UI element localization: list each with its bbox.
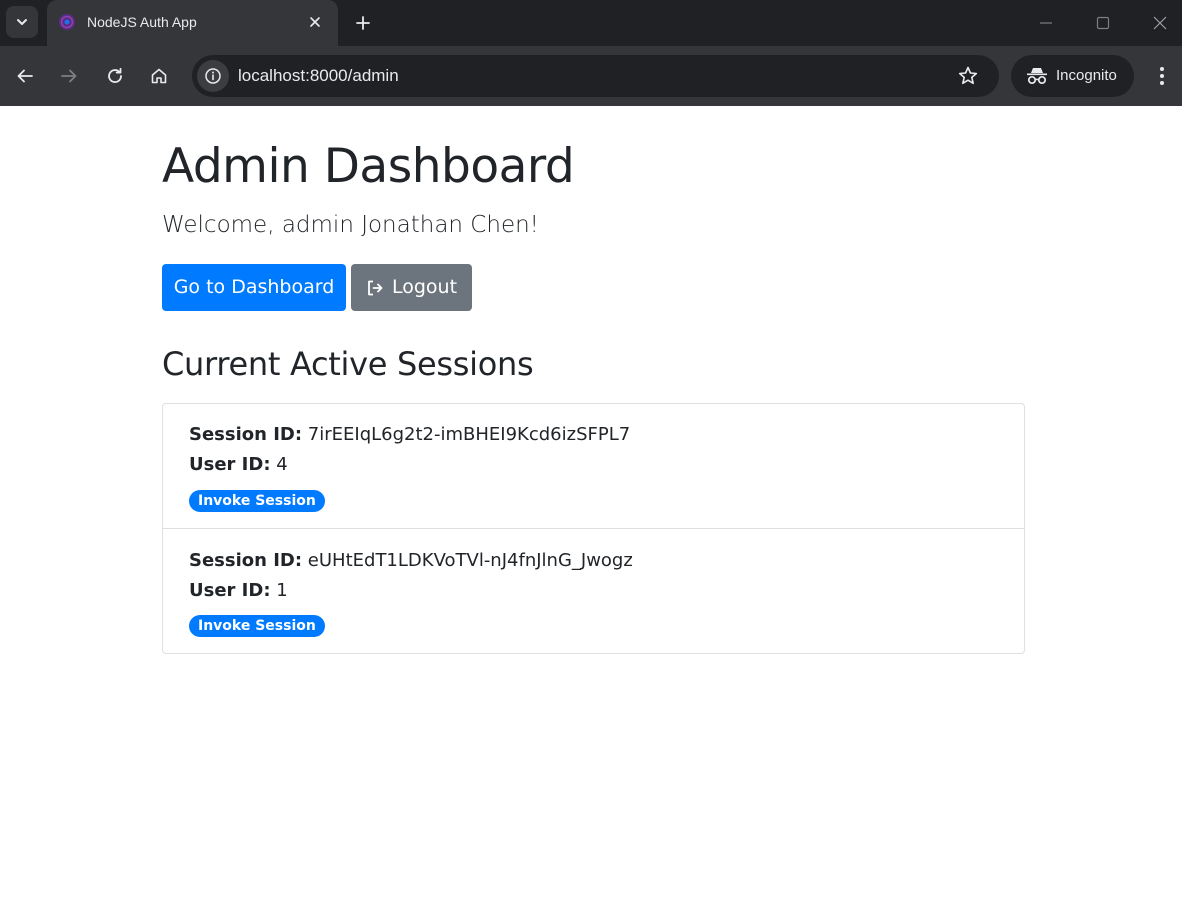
minimize-button[interactable] bbox=[1031, 8, 1061, 38]
user-id-row: User ID: 1 bbox=[189, 579, 288, 603]
user-id-label: User ID: bbox=[189, 454, 271, 475]
close-icon bbox=[310, 17, 320, 27]
maximize-icon bbox=[1096, 16, 1110, 30]
browser-tab-bar: NodeJS Auth App bbox=[0, 0, 1182, 46]
incognito-label: Incognito bbox=[1056, 67, 1117, 84]
sessions-list: Session ID: 7irEEIqL6g2t2-imBHEI9Kcd6izS… bbox=[162, 403, 1025, 654]
reload-button[interactable] bbox=[101, 62, 129, 90]
logout-label: Logout bbox=[391, 276, 458, 298]
home-icon bbox=[151, 68, 167, 84]
page-title: Admin Dashboard bbox=[162, 139, 575, 194]
favicon-icon bbox=[59, 14, 75, 30]
reload-icon bbox=[108, 67, 122, 83]
forward-button[interactable] bbox=[55, 62, 83, 90]
more-vertical-icon bbox=[1160, 67, 1164, 85]
user-id-label: User ID: bbox=[189, 580, 271, 601]
star-icon[interactable] bbox=[957, 65, 979, 87]
session-id-value: 7irEEIqL6g2t2-imBHEI9Kcd6izSFPL7 bbox=[307, 424, 631, 445]
session-id-label: Session ID: bbox=[189, 550, 303, 571]
maximize-button[interactable] bbox=[1088, 8, 1118, 38]
site-info-button[interactable] bbox=[197, 60, 229, 92]
browser-toolbar: localhost:8000/admin Incognito bbox=[0, 46, 1182, 106]
welcome-message: Welcome, admin Jonathan Chen! bbox=[162, 212, 539, 238]
window-close-button[interactable] bbox=[1145, 8, 1175, 38]
incognito-indicator[interactable]: Incognito bbox=[1011, 55, 1134, 97]
session-id-row: Session ID: eUHtEdT1LDKVoTVl-nJ4fnJlnG_J… bbox=[189, 549, 633, 573]
invoke-session-badge[interactable]: Invoke Session bbox=[189, 490, 325, 512]
incognito-icon bbox=[1027, 68, 1047, 85]
user-id-row: User ID: 4 bbox=[189, 453, 288, 477]
plus-icon bbox=[356, 16, 370, 30]
session-id-row: Session ID: 7irEEIqL6g2t2-imBHEI9Kcd6izS… bbox=[189, 423, 630, 447]
tab-close-button[interactable] bbox=[305, 12, 325, 32]
tab-title: NodeJS Auth App bbox=[87, 14, 197, 30]
user-id-value: 1 bbox=[276, 580, 288, 601]
session-list-item: Session ID: eUHtEdT1LDKVoTVl-nJ4fnJlnG_J… bbox=[163, 528, 1024, 653]
new-tab-button[interactable] bbox=[350, 10, 376, 36]
address-bar[interactable]: localhost:8000/admin bbox=[192, 55, 999, 97]
minimize-icon bbox=[1040, 22, 1052, 24]
arrow-right-icon bbox=[61, 69, 77, 83]
logout-icon bbox=[368, 280, 383, 295]
close-icon bbox=[1153, 16, 1167, 30]
user-id-value: 4 bbox=[276, 454, 288, 475]
sessions-heading: Current Active Sessions bbox=[162, 345, 534, 383]
chevron-down-icon bbox=[17, 19, 27, 25]
session-id-label: Session ID: bbox=[189, 424, 303, 445]
home-button[interactable] bbox=[145, 62, 173, 90]
go-to-dashboard-button[interactable]: Go to Dashboard bbox=[162, 264, 346, 311]
info-icon bbox=[205, 68, 221, 84]
browser-tab[interactable]: NodeJS Auth App bbox=[47, 0, 338, 46]
arrow-left-icon bbox=[17, 69, 33, 83]
browser-menu-button[interactable] bbox=[1150, 62, 1174, 90]
tab-search-button[interactable] bbox=[6, 6, 38, 38]
url-text[interactable]: localhost:8000/admin bbox=[238, 66, 399, 86]
session-id-value: eUHtEdT1LDKVoTVl-nJ4fnJlnG_Jwogz bbox=[307, 550, 633, 571]
back-button[interactable] bbox=[11, 62, 39, 90]
logout-button[interactable]: Logout bbox=[351, 264, 472, 311]
session-list-item: Session ID: 7irEEIqL6g2t2-imBHEI9Kcd6izS… bbox=[163, 404, 1024, 529]
go-to-dashboard-label: Go to Dashboard bbox=[173, 276, 335, 298]
invoke-session-badge[interactable]: Invoke Session bbox=[189, 615, 325, 637]
